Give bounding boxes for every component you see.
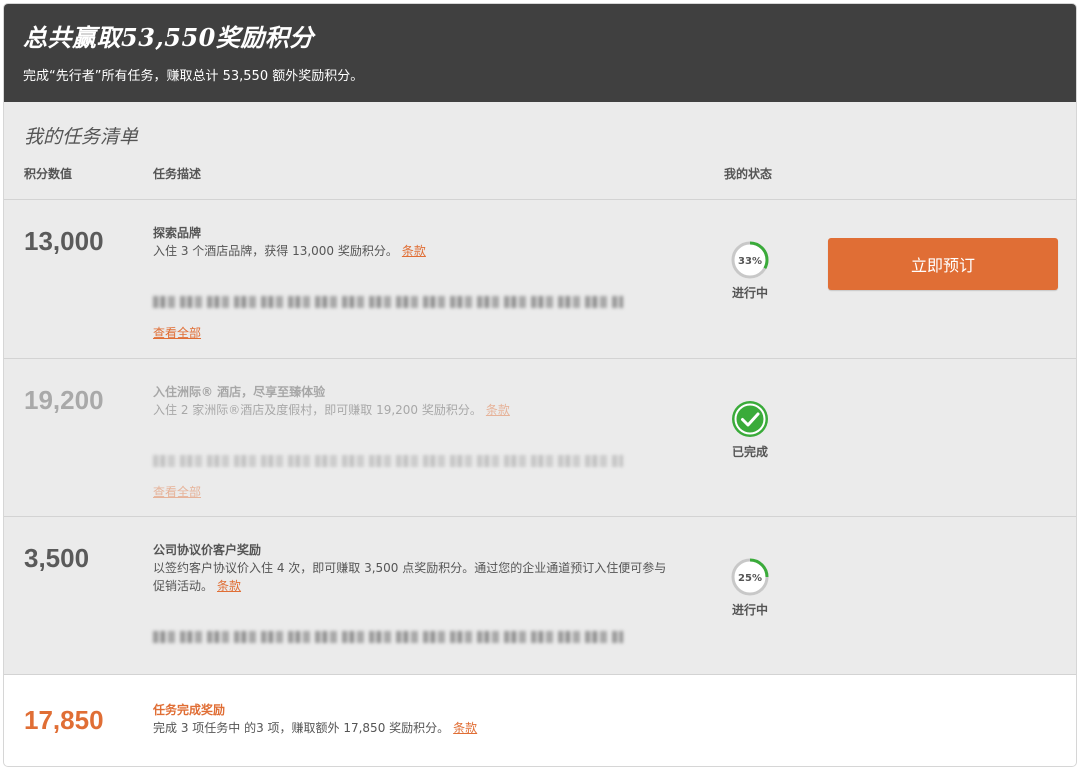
task-description: 入住 2 家洲际®酒店及度假村，即可赚取 19,200 奖励积分。 条款 xyxy=(153,401,678,419)
task-points: 17,850 xyxy=(24,705,104,735)
task-title: 入住洲际® 酒店，尽享至臻体验 xyxy=(153,385,326,399)
hero-banner: 总共赢取53,550奖励积分 完成“先行者”所有任务，赚取总计 53,550 额… xyxy=(4,4,1076,102)
terms-link[interactable]: 条款 xyxy=(402,244,426,258)
progress-ring-icon: 33% xyxy=(731,241,769,279)
task-points: 3,500 xyxy=(24,543,90,573)
task-row-completion-bonus: 17,850 任务完成奖励 完成 3 项任务中 的3 项，赚取额外 17,850… xyxy=(4,674,1076,766)
task-row-corporate-rate: 3,500 公司协议价客户奖励 以签约客户协议价入住 4 次，即可赚取 3,50… xyxy=(4,516,1076,674)
view-all-link[interactable]: 查看全部 xyxy=(153,324,201,341)
checkmark-circle-icon xyxy=(732,401,768,437)
progress-ring-icon: 25% xyxy=(731,558,769,596)
column-header-points: 积分数值 xyxy=(24,167,73,181)
status-label: 已完成 xyxy=(731,445,768,459)
task-description-text: 入住 2 家洲际®酒店及度假村，即可赚取 19,200 奖励积分。 xyxy=(153,403,482,417)
hero-title: 总共赢取53,550奖励积分 xyxy=(23,23,314,52)
task-list-title: 我的任务清单 xyxy=(24,126,139,148)
status-label: 进行中 xyxy=(731,286,768,300)
terms-link[interactable]: 条款 xyxy=(453,721,477,735)
task-description-text: 入住 3 个酒店品牌，获得 13,000 奖励积分。 xyxy=(153,244,398,258)
hero-subtitle: 完成“先行者”所有任务，赚取总计 53,550 额外奖励积分。 xyxy=(23,69,364,84)
view-all-link[interactable]: 查看全部 xyxy=(153,483,201,500)
task-title: 公司协议价客户奖励 xyxy=(153,543,262,557)
task-title: 任务完成奖励 xyxy=(153,703,226,717)
progress-percent: 25% xyxy=(738,573,762,584)
task-description: 入住 3 个酒店品牌，获得 13,000 奖励积分。 条款 xyxy=(153,242,678,260)
task-points: 19,200 xyxy=(24,385,104,415)
task-status: 33% 进行中 xyxy=(724,240,776,301)
task-points: 13,000 xyxy=(24,226,104,256)
blurred-hotel-list xyxy=(153,631,623,643)
progress-percent: 33% xyxy=(738,256,762,267)
terms-link[interactable]: 条款 xyxy=(486,403,510,417)
column-header-status: 我的状态 xyxy=(724,167,773,181)
challenge-panel: 总共赢取53,550奖励积分 完成“先行者”所有任务，赚取总计 53,550 额… xyxy=(3,3,1077,767)
task-title: 探索品牌 xyxy=(153,226,202,240)
terms-link[interactable]: 条款 xyxy=(217,579,241,593)
task-description: 以签约客户协议价入住 4 次，即可赚取 3,500 点奖励积分。通过您的企业通道… xyxy=(153,559,678,595)
task-row-intercontinental: 19,200 入住洲际® 酒店，尽享至臻体验 入住 2 家洲际®酒店及度假村，即… xyxy=(4,358,1076,516)
blurred-hotel-list xyxy=(153,455,623,467)
task-description-text: 完成 3 项任务中 的3 项，赚取额外 17,850 奖励积分。 xyxy=(153,721,450,735)
blurred-hotel-list xyxy=(153,296,623,308)
task-row-explore-brands: 13,000 探索品牌 入住 3 个酒店品牌，获得 13,000 奖励积分。 条款… xyxy=(4,199,1076,358)
task-status: 已完成 xyxy=(724,399,776,460)
task-status: 25% 进行中 xyxy=(724,557,776,618)
column-header-description: 任务描述 xyxy=(153,167,202,181)
task-description: 完成 3 项任务中 的3 项，赚取额外 17,850 奖励积分。 条款 xyxy=(153,719,678,737)
book-now-button[interactable]: 立即预订 xyxy=(828,238,1058,290)
status-label: 进行中 xyxy=(731,603,768,617)
